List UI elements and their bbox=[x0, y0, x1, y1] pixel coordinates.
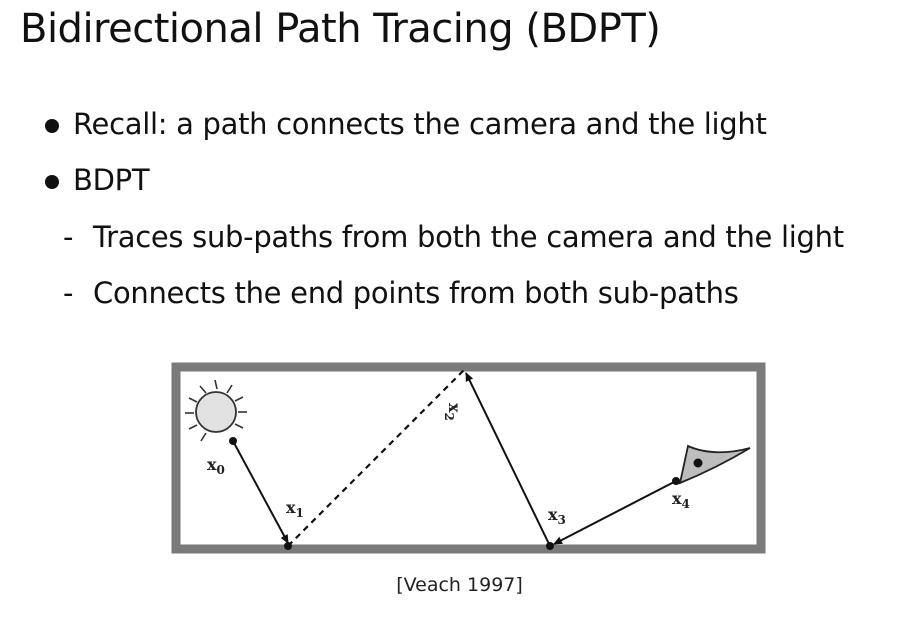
light-source-icon bbox=[185, 379, 247, 442]
sub-bullet-item: - Connects the end points from both sub-… bbox=[63, 276, 739, 310]
path-vertex-x4 bbox=[672, 477, 680, 485]
camera-subpath-segment bbox=[465, 372, 551, 547]
bullet-item: Recall: a path connects the camera and t… bbox=[45, 107, 767, 141]
slide-title: Bidirectional Path Tracing (BDPT) bbox=[20, 6, 661, 52]
dash-icon: - bbox=[63, 220, 74, 254]
bullet-dot-icon bbox=[45, 119, 59, 133]
vertex-label-x4: x4 bbox=[672, 489, 690, 511]
bullet-dot-icon bbox=[45, 175, 59, 189]
bdpt-diagram: x0 x1 x2 x3 x4 bbox=[171, 362, 766, 554]
path-vertex-x1 bbox=[284, 542, 292, 550]
vertex-label-x1: x1 bbox=[286, 498, 304, 520]
eye-camera-icon bbox=[678, 444, 751, 485]
vertex-label-x2: x2 bbox=[442, 403, 464, 421]
vertex-label-x0: x0 bbox=[207, 455, 225, 477]
bullet-text: Recall: a path connects the camera and t… bbox=[73, 107, 767, 141]
bullet-item: BDPT bbox=[45, 163, 150, 197]
connection-segment bbox=[287, 368, 466, 547]
light-subpath-segment bbox=[232, 440, 289, 544]
dash-icon: - bbox=[63, 276, 74, 310]
sub-bullet-text: Connects the end points from both sub-pa… bbox=[93, 276, 739, 310]
camera-subpath-segment bbox=[553, 480, 677, 545]
path-vertex-x3 bbox=[546, 542, 554, 550]
figure-caption: [Veach 1997] bbox=[396, 574, 523, 596]
bullet-text: BDPT bbox=[73, 163, 150, 197]
sub-bullet-text: Traces sub-paths from both the camera an… bbox=[93, 220, 844, 254]
scene-box bbox=[171, 362, 766, 554]
path-vertex-x0 bbox=[229, 437, 237, 445]
sub-bullet-item: - Traces sub-paths from both the camera … bbox=[63, 220, 844, 254]
vertex-label-x3: x3 bbox=[548, 505, 566, 527]
